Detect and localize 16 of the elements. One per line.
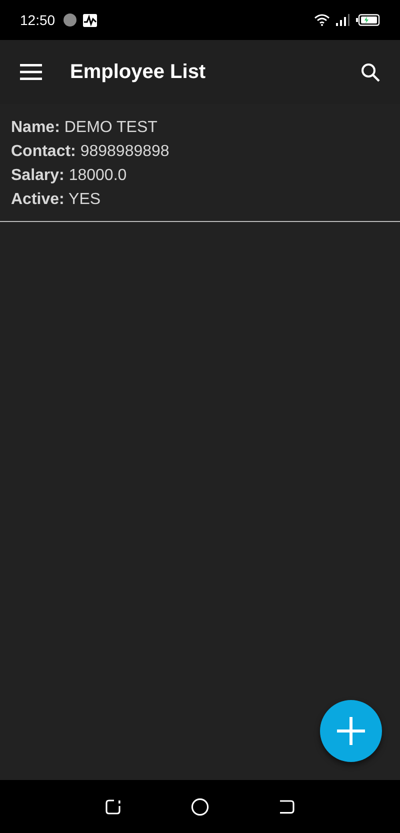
wifi-icon <box>314 14 330 26</box>
back-icon[interactable] <box>279 800 295 814</box>
circle-icon <box>63 13 78 27</box>
recents-icon[interactable] <box>105 798 121 814</box>
home-icon[interactable] <box>191 798 209 816</box>
employee-detail: Salary: 18000.0 <box>11 166 128 186</box>
employee-detail: Contact: 9898989898 <box>11 142 170 162</box>
employee-card[interactable]: Name: DEMO TEST Contact: 9898989898 Salary: 18000.0 Active: YES <box>0 104 400 222</box>
screen-title: Employee List <box>70 60 207 84</box>
pulse-icon <box>83 14 98 26</box>
status-time: 12:50 <box>20 12 56 28</box>
battery-charging-icon <box>356 14 380 26</box>
employee-detail: Name: DEMO TEST <box>11 118 158 138</box>
employee-detail: Active: YES <box>11 190 102 210</box>
signal-icon <box>336 14 350 26</box>
plus-icon <box>337 717 365 745</box>
